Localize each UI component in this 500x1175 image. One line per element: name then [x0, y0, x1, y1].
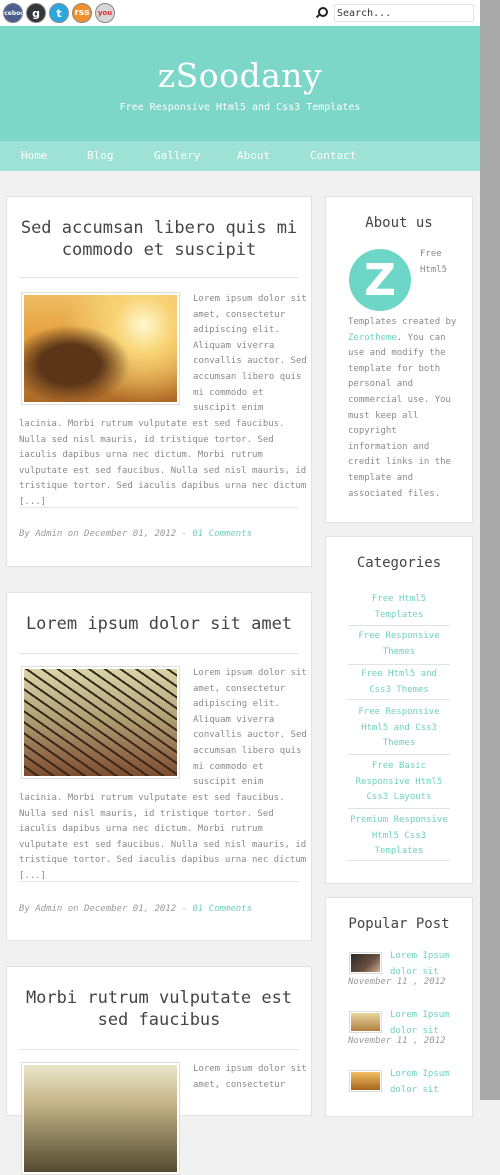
widget-title: Popular Post — [348, 916, 450, 932]
about-widget: About us Z Free Html5 Templates created … — [325, 196, 473, 523]
popular-post-title[interactable]: Lorem Ipsum dolor sit — [390, 1067, 460, 1098]
popular-post-item[interactable]: Lorem Ipsum dolor sit November 11 , 2012 — [348, 949, 472, 1010]
nav-item-contact[interactable]: Contact — [310, 149, 356, 162]
divider — [19, 277, 299, 278]
post-title[interactable]: Sed accumsan libero quis mi commodo et s… — [17, 217, 301, 261]
scrollbar[interactable] — [480, 0, 500, 1100]
category-link[interactable]: Free Html5 Templates — [348, 592, 450, 626]
post-excerpt-continued: lacinia. Morbi rutrum vulputate est sed … — [19, 419, 307, 507]
post-image — [24, 1065, 177, 1172]
divider — [19, 507, 299, 508]
nav-item-about[interactable]: About — [237, 149, 270, 162]
widget-title: Categories — [356, 555, 442, 571]
main-nav: Home Blog Gallery About Contact — [0, 141, 480, 171]
post-excerpt: Lorem ipsum dolor sit amet, consectetur — [193, 1064, 307, 1090]
post-title[interactable]: Morbi rutrum vulputate est sed faucibus — [17, 987, 301, 1031]
post-excerpt: Lorem ipsum dolor sit amet, consectetur … — [193, 668, 307, 788]
about-side-text: Free Html5 — [420, 249, 448, 275]
about-text: Templates created by Zerotheme. You can … — [348, 315, 458, 502]
post-card: Morbi rutrum vulputate est sed faucibus … — [6, 966, 312, 1175]
category-link[interactable]: Free Basic Responsive Html5 Css3 Layouts — [348, 759, 450, 809]
post-image — [24, 295, 177, 402]
top-bar: facebook g t rss you — [0, 0, 480, 26]
post-excerpt-continued: lacinia. Morbi rutrum vulputate est sed … — [19, 793, 307, 881]
post-excerpt: Lorem ipsum dolor sit amet, consectetur … — [193, 294, 307, 414]
post-thumbnail[interactable] — [21, 666, 180, 779]
post-meta: By Admin on December 01, 2012 - 01 Comme… — [19, 529, 252, 539]
comments-link[interactable]: 01 Comments — [192, 904, 252, 914]
popular-post-item[interactable]: Lorem Ipsum dolor sit — [348, 1067, 472, 1128]
post-card: Lorem ipsum dolor sit amet Lorem ipsum d… — [6, 592, 312, 941]
site-header: zSoodany Free Responsive Html5 and Css3 … — [0, 26, 480, 141]
nav-item-gallery[interactable]: Gallery — [154, 149, 200, 162]
zerotheme-link[interactable]: Zerotheme — [348, 333, 397, 343]
nav-item-home[interactable]: Home — [21, 149, 48, 162]
category-link[interactable]: Free Html5 and Css3 Themes — [348, 667, 450, 700]
popular-post-thumbnail[interactable] — [349, 952, 382, 974]
post-card: Sed accumsan libero quis mi commodo et s… — [6, 196, 312, 567]
categories-widget: Categories Free Html5 Templates Free Res… — [325, 536, 473, 884]
search-icon[interactable] — [318, 7, 328, 17]
search-input[interactable] — [334, 4, 474, 22]
post-title[interactable]: Lorem ipsum dolor sit amet — [17, 613, 301, 635]
site-title[interactable]: zSoodany — [0, 56, 480, 95]
google-plus-icon[interactable]: g — [26, 3, 46, 23]
post-thumbnail[interactable] — [21, 292, 180, 405]
comments-link[interactable]: 01 Comments — [192, 529, 252, 539]
divider — [19, 881, 299, 882]
category-link[interactable]: Premium Responsive Html5 Css3 Templates — [348, 813, 450, 861]
category-link[interactable]: Free Responsive Themes — [348, 629, 450, 665]
facebook-icon[interactable]: facebook — [3, 3, 23, 23]
post-meta-text: By Admin on December 01, 2012 - — [19, 529, 193, 539]
nav-item-blog[interactable]: Blog — [87, 149, 114, 162]
popular-post-date: November 11 , 2012 — [348, 1036, 446, 1046]
popular-post-title[interactable]: Lorem Ipsum dolor sit — [390, 949, 460, 980]
widget-title: About us — [365, 215, 433, 231]
post-thumbnail[interactable] — [21, 1062, 180, 1175]
youtube-icon[interactable]: you — [95, 3, 115, 23]
divider — [19, 1049, 299, 1050]
about-text-end: . You can use and modify the template fo… — [348, 332, 451, 499]
post-image — [24, 669, 177, 776]
post-meta-text: By Admin on December 01, 2012 - — [19, 904, 193, 914]
popular-post-thumbnail[interactable] — [349, 1070, 382, 1092]
rss-icon[interactable]: rss — [72, 3, 92, 23]
twitter-icon[interactable]: t — [49, 3, 69, 23]
popular-post-date: November 11 , 2012 — [348, 977, 446, 987]
zerotheme-logo-icon: Z — [349, 249, 411, 311]
category-link[interactable]: Free Responsive Html5 and Css3 Themes — [348, 705, 450, 755]
about-text-start: Templates created by — [348, 317, 457, 327]
popular-post-thumbnail[interactable] — [349, 1011, 382, 1033]
post-meta: By Admin on December 01, 2012 - 01 Comme… — [19, 904, 252, 914]
popular-post-title[interactable]: Lorem Ipsum dolor sit — [390, 1008, 460, 1039]
site-tagline: Free Responsive Html5 and Css3 Templates — [119, 102, 361, 113]
popular-post-item[interactable]: Lorem Ipsum dolor sit November 11 , 2012 — [348, 1008, 472, 1069]
popular-post-widget: Popular Post Lorem Ipsum dolor sit Novem… — [325, 897, 473, 1117]
divider — [19, 653, 299, 654]
